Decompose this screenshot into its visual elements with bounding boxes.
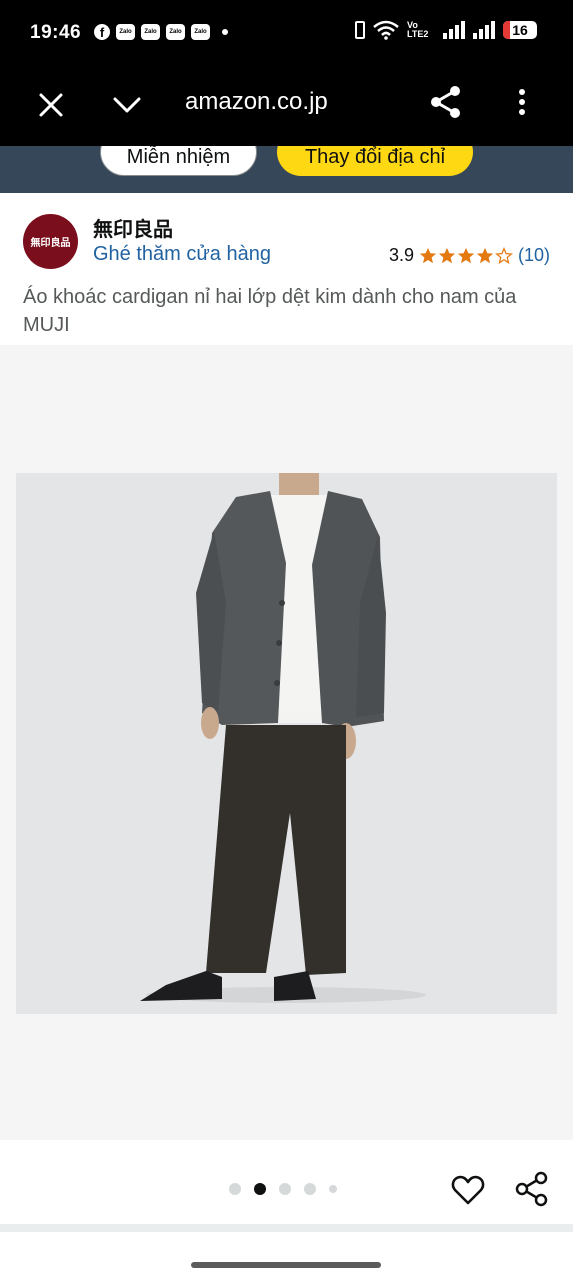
star-empty-icon xyxy=(494,246,513,264)
more-options-button[interactable] xyxy=(506,82,538,122)
heart-icon xyxy=(451,1175,485,1205)
visit-store-link[interactable]: Ghé thăm cửa hàng xyxy=(93,243,271,266)
rating-value: 3.9 xyxy=(388,245,414,265)
store-header: 無印良品 無印良品 Ghé thăm cửa hàng 3.9 (10) Áo … xyxy=(0,193,573,345)
rating-summary[interactable]: 3.9 (10) xyxy=(389,245,550,266)
carousel-footer xyxy=(0,1140,573,1224)
store-logo[interactable]: 無印良品 xyxy=(23,214,78,269)
product-photo-illustration xyxy=(16,473,557,1014)
star-full-icon xyxy=(476,247,494,263)
zalo-icon: Zalo xyxy=(141,24,160,40)
dismiss-button[interactable]: Miễn nhiệm xyxy=(100,146,257,176)
carousel-dot[interactable] xyxy=(279,1183,291,1195)
add-to-wishlist-button[interactable] xyxy=(450,1172,486,1208)
status-bar: 19:46 f Zalo Zalo Zalo Zalo Vo LTE2 16 xyxy=(0,0,573,66)
product-image-area xyxy=(0,345,573,1140)
carousel-dot-active[interactable] xyxy=(254,1183,266,1195)
browser-toolbar: amazon.co.jp xyxy=(0,66,573,146)
browser-share-button[interactable] xyxy=(426,82,466,122)
more-vert-icon xyxy=(519,89,525,115)
signal-icon xyxy=(473,21,495,39)
star-full-icon xyxy=(438,247,456,263)
chevron-down-icon xyxy=(113,97,141,113)
system-icons: Vo LTE2 16 xyxy=(355,20,537,40)
change-address-button[interactable]: Thay đổi địa chỉ xyxy=(277,146,473,176)
carousel-dot[interactable] xyxy=(329,1185,337,1193)
home-indicator[interactable] xyxy=(191,1262,381,1268)
star-rating xyxy=(419,246,513,265)
share-icon xyxy=(515,1171,548,1207)
zalo-icon: Zalo xyxy=(116,24,135,40)
product-title: Áo khoác cardigan nỉ hai lớp dệt kim dàn… xyxy=(23,286,517,336)
zalo-icon: Zalo xyxy=(191,24,210,40)
review-count: (10) xyxy=(517,245,550,265)
collapse-button[interactable] xyxy=(108,86,146,124)
volte-icon: Vo LTE2 xyxy=(407,20,429,39)
product-image[interactable] xyxy=(16,473,557,1014)
battery-icon: 16 xyxy=(503,21,537,39)
url-display[interactable]: amazon.co.jp xyxy=(185,88,328,116)
vibrate-icon xyxy=(355,21,365,39)
close-icon xyxy=(39,93,63,117)
facebook-icon: f xyxy=(94,24,110,40)
star-full-icon xyxy=(457,247,475,263)
status-time: 19:46 xyxy=(30,22,82,43)
battery-level: 16 xyxy=(512,22,528,38)
delivery-address-banner: Miễn nhiệm Thay đổi địa chỉ xyxy=(0,146,573,193)
star-full-icon xyxy=(419,247,437,263)
more-notifications-icon xyxy=(222,29,228,35)
wifi-icon xyxy=(373,20,399,40)
carousel-dots xyxy=(229,1183,337,1195)
carousel-dot[interactable] xyxy=(229,1183,241,1195)
zalo-icon: Zalo xyxy=(166,24,185,40)
store-name: 無印良品 xyxy=(93,219,173,241)
next-section xyxy=(0,1232,573,1280)
product-share-button[interactable] xyxy=(513,1170,551,1208)
close-button[interactable] xyxy=(32,86,70,124)
section-divider xyxy=(0,1224,573,1232)
share-icon xyxy=(431,86,460,118)
signal-icon xyxy=(443,21,465,39)
notification-icons: f Zalo Zalo Zalo Zalo xyxy=(94,24,228,40)
carousel-dot[interactable] xyxy=(304,1183,316,1195)
